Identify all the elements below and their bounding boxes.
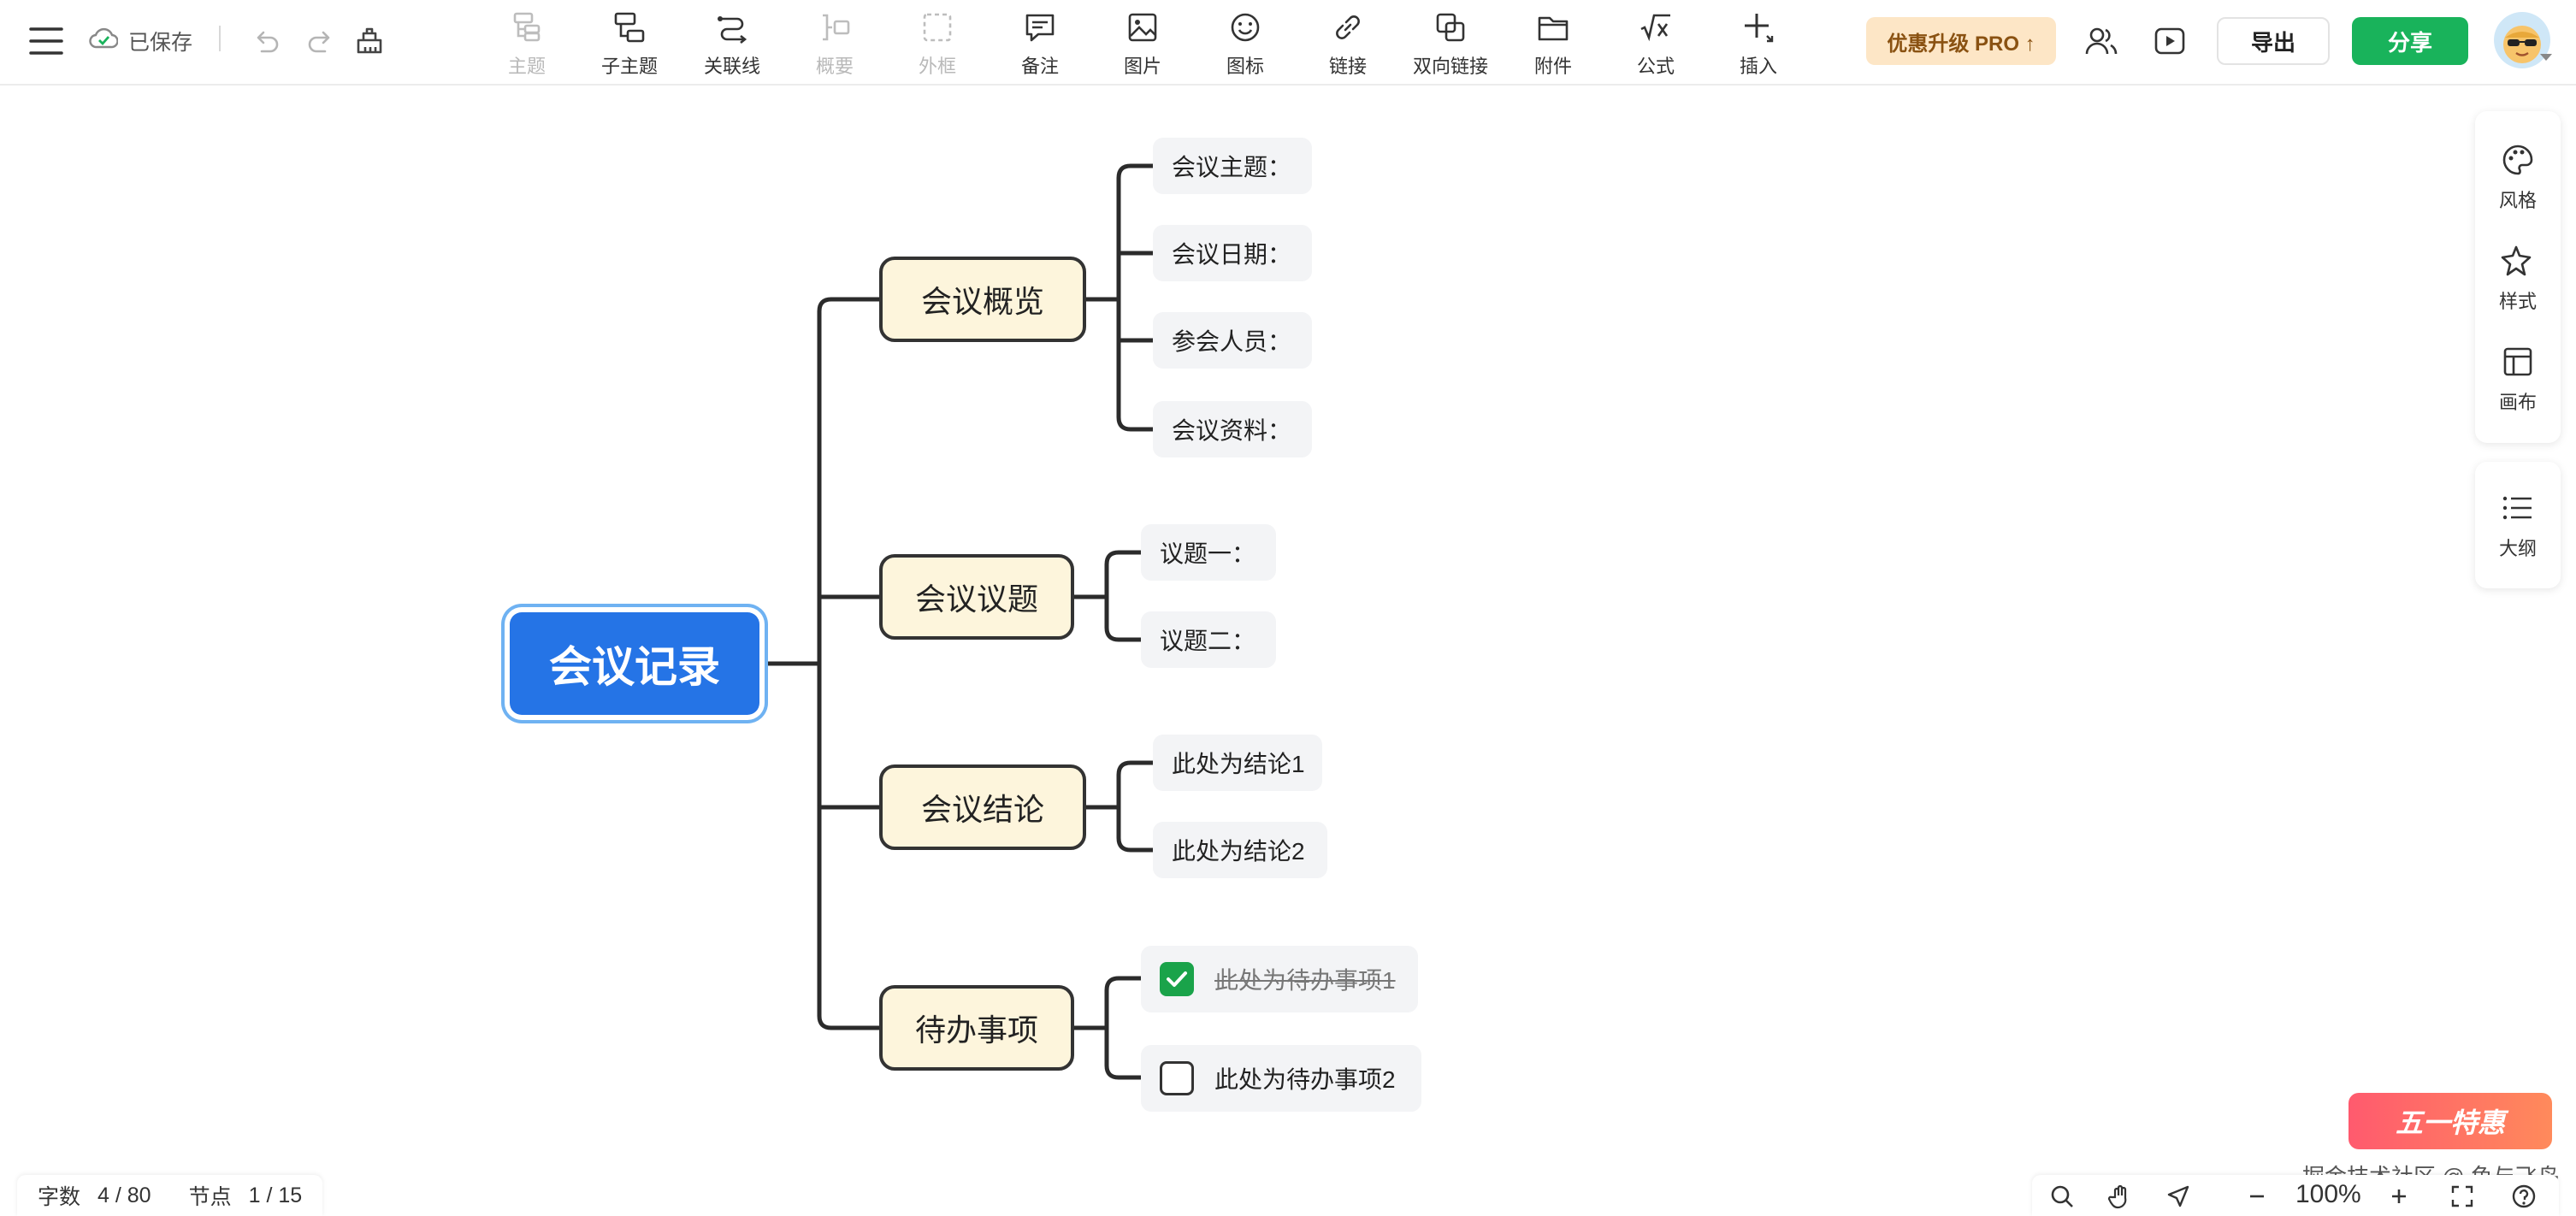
subtopic-meeting-date[interactable]: 会议日期： [1153, 225, 1312, 281]
connector-todo-children [1072, 976, 1143, 1080]
zoom-toolbar: 100% [2032, 1175, 2559, 1216]
checkbox-unchecked[interactable] [1160, 1061, 1194, 1095]
style-theme-label: 风格 [2498, 190, 2537, 211]
locate-arrow-icon[interactable] [2164, 1182, 2193, 1211]
canvas-settings-button[interactable]: 画布 [2475, 328, 2561, 429]
branch-topic-conclusion[interactable]: 会议结论 [879, 764, 1086, 850]
word-count-value: 4 / 80 [97, 1183, 151, 1207]
style-theme-button[interactable]: 风格 [2475, 127, 2561, 227]
connector-trunk [817, 297, 839, 1030]
subtopic-meeting-subject[interactable]: 会议主题： [1153, 138, 1312, 194]
canvas-settings-label: 画布 [2498, 392, 2537, 413]
node-style-button[interactable]: 样式 [2475, 227, 2561, 328]
subtopic-materials[interactable]: 会议资料： [1153, 401, 1312, 457]
todo-item-2-text: 此处为待办事项2 [1214, 1066, 1396, 1093]
outline-button[interactable]: 大纲 [2475, 462, 2561, 588]
connector-conclusion-children [1084, 760, 1155, 853]
branch-topic-todo[interactable]: 待办事项 [879, 985, 1074, 1071]
search-icon[interactable] [2047, 1182, 2077, 1211]
subtopic-agenda-2[interactable]: 议题二： [1141, 611, 1276, 668]
fit-screen-icon[interactable] [2448, 1182, 2477, 1211]
todo-item-1[interactable]: 此处为待办事项1 [1141, 946, 1418, 1012]
root-topic[interactable]: 会议记录 [510, 612, 759, 715]
palette-icon [2499, 141, 2537, 179]
node-count-label: 节点 [188, 1185, 232, 1209]
outline-panel: 大纲 [2475, 462, 2561, 588]
document-stats: 字数 4 / 80 节点 1 / 15 [17, 1175, 323, 1216]
style-icon [2499, 242, 2537, 280]
right-side-panel: 风格 样式 画布 [2475, 111, 2561, 443]
checkbox-checked[interactable] [1160, 962, 1194, 996]
branch-topic-overview[interactable]: 会议概览 [879, 257, 1086, 342]
hand-pan-icon[interactable] [2106, 1182, 2135, 1211]
connector-overview-children [1084, 163, 1155, 432]
branch-topic-agenda[interactable]: 会议议题 [879, 554, 1074, 640]
word-count-label: 字数 [38, 1185, 81, 1209]
node-count-value: 1 / 15 [248, 1183, 303, 1207]
node-style-label: 样式 [2498, 291, 2537, 312]
promo-banner[interactable]: 五一特惠 [2349, 1093, 2552, 1149]
todo-item-2[interactable]: 此处为待办事项2 [1141, 1045, 1421, 1112]
connector-topics-children [1072, 550, 1143, 642]
outline-label: 大纲 [2498, 538, 2537, 559]
zoom-level: 100% [2295, 1180, 2361, 1208]
list-icon [2499, 489, 2537, 527]
subtopic-attendees[interactable]: 参会人员： [1153, 312, 1312, 369]
subtopic-conclusion-2[interactable]: 此处为结论2 [1153, 822, 1327, 878]
subtopic-conclusion-1[interactable]: 此处为结论1 [1153, 735, 1322, 791]
subtopic-agenda-1[interactable]: 议题一： [1141, 524, 1276, 581]
canvas-icon [2499, 343, 2537, 381]
zoom-out-icon[interactable] [2242, 1182, 2272, 1211]
help-icon[interactable] [2509, 1182, 2538, 1211]
zoom-in-icon[interactable] [2384, 1182, 2414, 1211]
todo-item-1-text: 此处为待办事项1 [1214, 967, 1396, 994]
